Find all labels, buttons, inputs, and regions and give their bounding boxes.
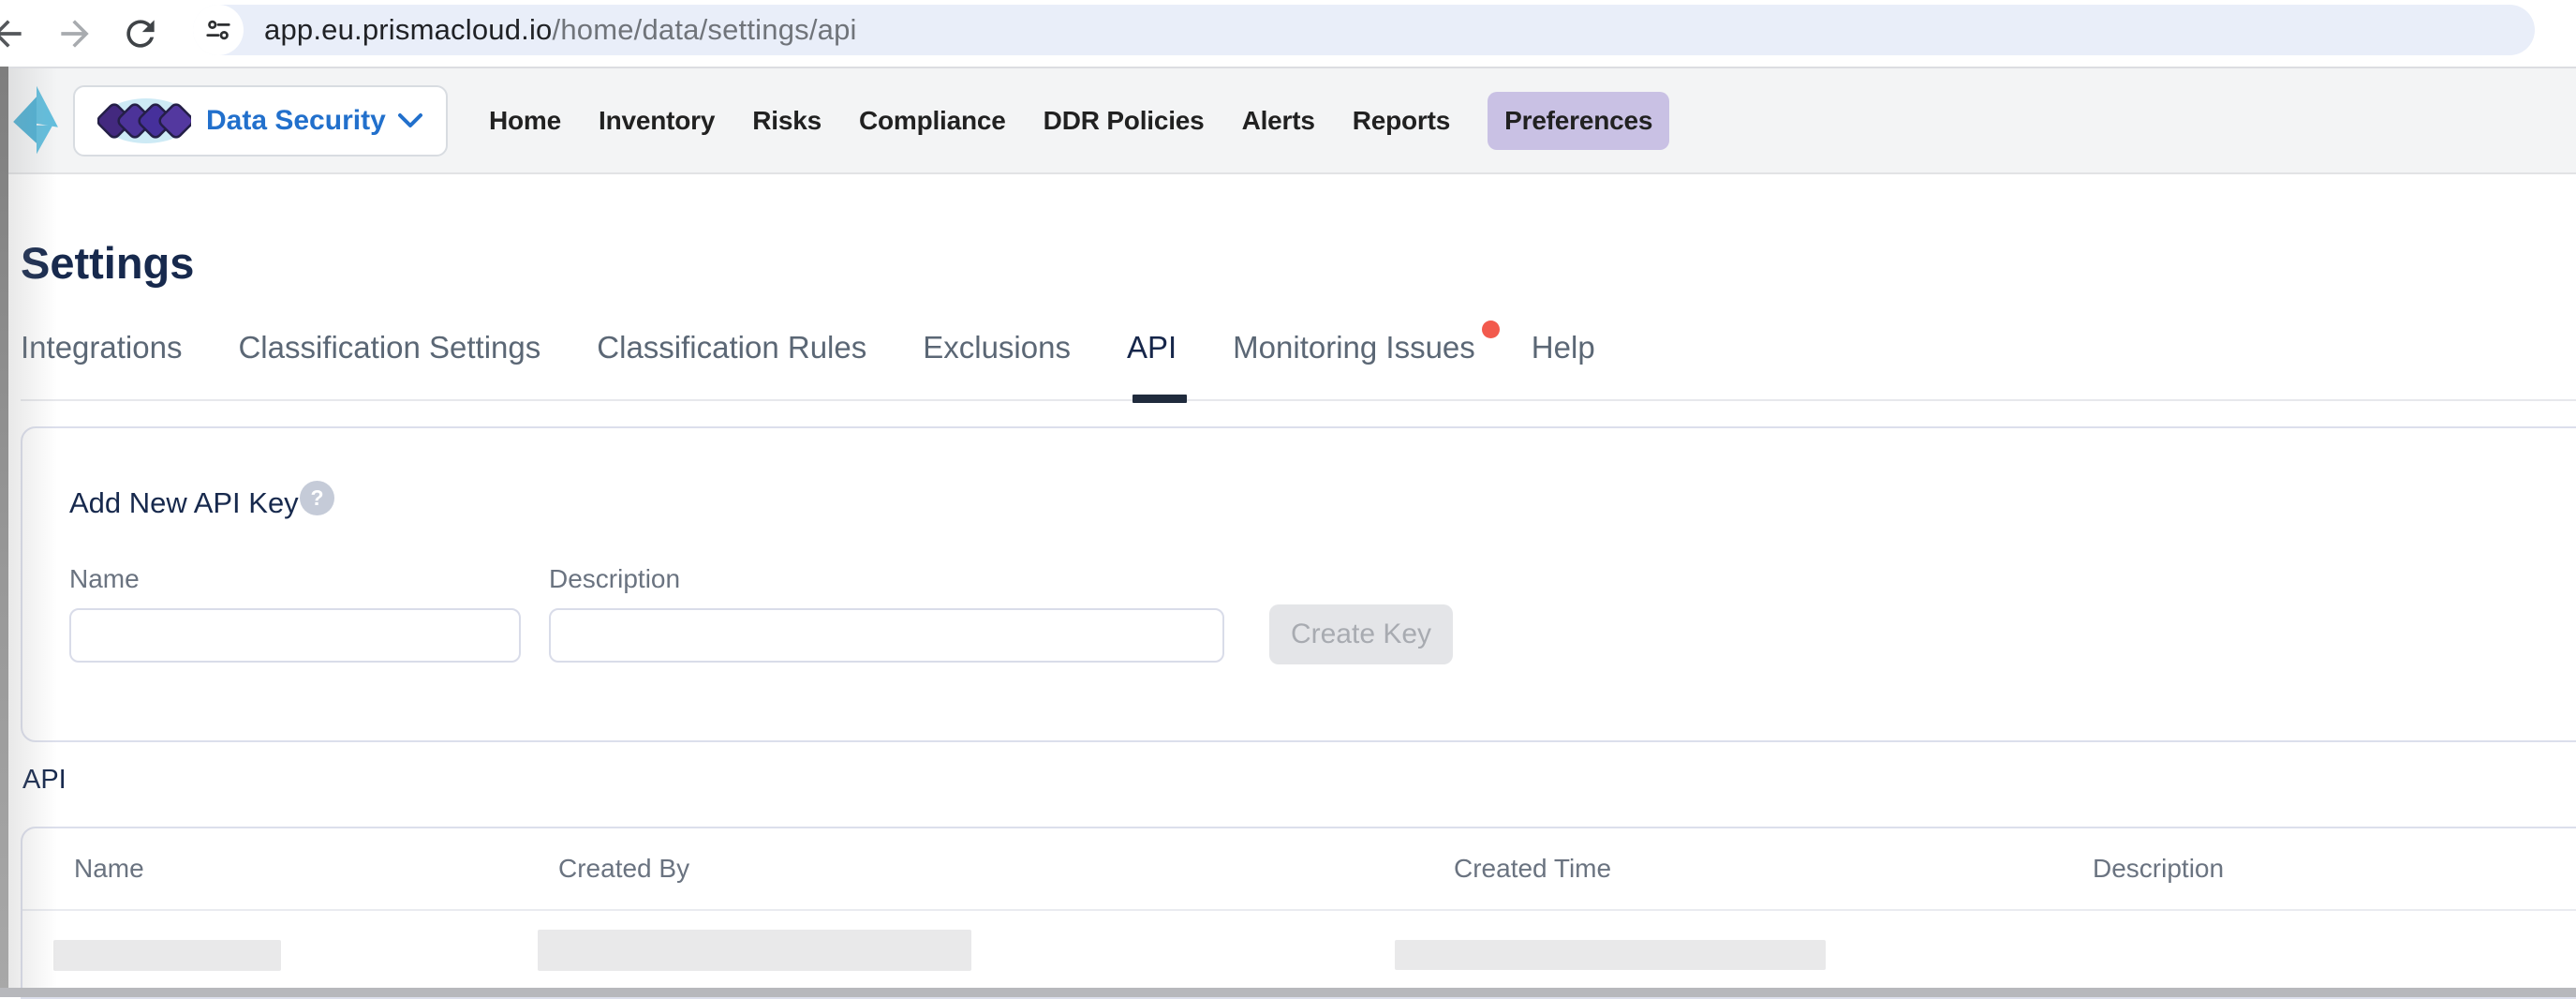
help-icon[interactable]: ? — [300, 481, 334, 515]
menu-item-home[interactable]: Home — [489, 92, 561, 150]
loading-skeleton — [1395, 940, 1826, 970]
add-api-key-card: Add New API Key ? Name Description Creat… — [21, 426, 2576, 742]
data-security-diamonds-icon — [97, 93, 191, 149]
description-field-label: Description — [549, 564, 680, 594]
menu-item-preferences[interactable]: Preferences — [1488, 92, 1669, 150]
settings-tabs: Integrations Classification Settings Cla… — [21, 317, 2576, 401]
reload-icon[interactable] — [120, 13, 161, 54]
description-input[interactable] — [549, 608, 1224, 663]
url-domain: app.eu.prismacloud.io — [264, 13, 553, 46]
column-header-created-time: Created Time — [1454, 854, 2093, 884]
column-header-created-by: Created By — [558, 854, 1454, 884]
site-info-icon[interactable] — [193, 5, 244, 55]
module-switcher-label: Data Security — [206, 105, 386, 137]
loading-skeleton — [53, 940, 281, 971]
main-menu: Home Inventory Risks Compliance DDR Poli… — [489, 92, 1669, 150]
api-section-label: API — [22, 765, 67, 796]
tab-exclusions[interactable]: Exclusions — [923, 317, 1071, 399]
window-bottom-edge — [0, 988, 2576, 997]
forward-icon[interactable] — [54, 13, 96, 54]
menu-item-inventory[interactable]: Inventory — [599, 92, 715, 150]
window-left-edge — [0, 67, 8, 997]
browser-toolbar: app.eu.prismacloud.io/home/data/settings… — [0, 0, 2576, 68]
menu-item-reports[interactable]: Reports — [1353, 92, 1450, 150]
column-header-description: Description — [2093, 854, 2576, 884]
product-navbar: Data Security Home Inventory Risks Compl… — [0, 68, 2576, 174]
page-title: Settings — [21, 237, 194, 289]
url-text: app.eu.prismacloud.io/home/data/settings… — [264, 13, 857, 47]
url-path: /home/data/settings/api — [553, 13, 857, 46]
menu-item-compliance[interactable]: Compliance — [859, 92, 1006, 150]
tab-monitoring-issues[interactable]: Monitoring Issues — [1233, 317, 1475, 399]
tab-monitoring-issues-label: Monitoring Issues — [1233, 330, 1475, 365]
tab-integrations[interactable]: Integrations — [21, 317, 182, 399]
menu-item-risks[interactable]: Risks — [752, 92, 822, 150]
back-icon[interactable] — [0, 13, 28, 54]
module-switcher[interactable]: Data Security — [73, 85, 448, 157]
tab-classification-rules[interactable]: Classification Rules — [597, 317, 866, 399]
menu-item-alerts[interactable]: Alerts — [1242, 92, 1315, 150]
name-field-label: Name — [69, 564, 140, 594]
address-bar[interactable]: app.eu.prismacloud.io/home/data/settings… — [193, 5, 2535, 55]
prisma-cloud-logo-icon — [9, 81, 64, 161]
chevron-down-icon — [397, 112, 423, 129]
tab-classification-settings[interactable]: Classification Settings — [238, 317, 540, 399]
name-input[interactable] — [69, 608, 521, 663]
tab-api[interactable]: API — [1127, 317, 1177, 399]
tab-help[interactable]: Help — [1532, 317, 1595, 399]
create-key-button[interactable]: Create Key — [1269, 604, 1453, 664]
menu-item-ddr-policies[interactable]: DDR Policies — [1044, 92, 1205, 150]
column-header-name: Name — [74, 854, 558, 884]
notification-dot — [1482, 321, 1500, 338]
api-keys-table: Name Created By Created Time Description — [21, 827, 2576, 999]
table-header-row: Name Created By Created Time Description — [22, 828, 2576, 911]
add-api-key-heading: Add New API Key — [69, 486, 299, 520]
loading-skeleton — [538, 930, 971, 971]
